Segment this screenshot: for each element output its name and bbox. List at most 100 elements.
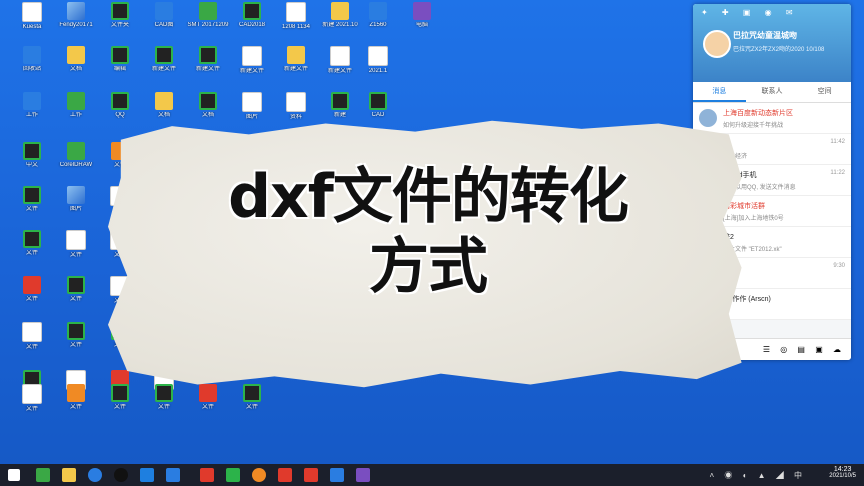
app-icon[interactable] (166, 468, 180, 482)
desktop-icon[interactable]: 文档 (186, 92, 230, 134)
file-icon (369, 2, 387, 20)
file-icon (67, 2, 85, 20)
desktop-icon-label: 文件 (69, 252, 82, 258)
desktop-icon[interactable]: CAD2018 (230, 2, 274, 44)
file-icon (331, 2, 349, 20)
desktop-icon-label: 图片 (69, 206, 82, 212)
desktop-icon-label: 文件 (25, 296, 38, 302)
file-icon (67, 322, 85, 340)
file-icon (23, 92, 41, 110)
desktop-icon[interactable]: 电脑 (400, 2, 444, 44)
desktop-icon[interactable]: 文件 (54, 322, 98, 364)
browser-icon[interactable] (88, 468, 102, 482)
desktop-icon[interactable]: 编辑 (98, 46, 142, 88)
desktop-icon[interactable]: SMT 20171209 (186, 2, 230, 44)
desktop-icon[interactable]: CAD图 (142, 2, 186, 44)
file-icon (155, 2, 173, 20)
wps-icon[interactable] (200, 468, 214, 482)
desktop-icon-label: 文件 (201, 404, 214, 410)
desktop-icon[interactable]: 2021.1 (356, 46, 400, 88)
file-icon (66, 230, 86, 250)
system-tray-icons[interactable]: ˄ ◉ ◐ ▲ ◢ 中 (709, 470, 806, 481)
file-icon (369, 92, 387, 110)
tab-space[interactable]: 空间 (798, 82, 851, 102)
file-icon (287, 46, 305, 64)
desktop-icon[interactable]: 文件 (10, 276, 54, 318)
desktop-icon[interactable]: 文件 (186, 384, 230, 426)
app-icon[interactable] (278, 468, 292, 482)
file-icon (155, 92, 173, 110)
desktop-icon[interactable]: Z1560 (356, 2, 400, 44)
desktop-icon[interactable]: 文件 (10, 322, 54, 364)
desktop-icon[interactable]: 文件 (230, 384, 274, 426)
desktop-icon[interactable]: 图片 (230, 92, 274, 134)
desktop-icon[interactable]: 图片 (54, 186, 98, 228)
desktop-icon[interactable]: 文件 (10, 186, 54, 228)
app-icon[interactable] (356, 468, 370, 482)
avatar[interactable] (703, 30, 731, 58)
qq-icon[interactable] (114, 468, 128, 482)
desktop-icon-label: 新建文件 (195, 66, 220, 72)
desktop-icon-label: 文件 (25, 344, 38, 350)
desktop-icon[interactable]: 文件 (10, 230, 54, 272)
desktop-icon[interactable]: 新建文件 (230, 46, 274, 88)
desktop-icon-label: 1208 1134 (282, 24, 310, 30)
desktop-icon[interactable]: 文档 (54, 46, 98, 88)
clock[interactable]: 14:23 2021/10/5 (829, 464, 856, 486)
file-icon (199, 384, 217, 402)
file-icon (23, 276, 41, 294)
app-icon[interactable] (252, 468, 266, 482)
file-icon (199, 46, 217, 64)
file-icon (155, 46, 173, 64)
desktop-icon[interactable]: QQ (98, 92, 142, 134)
tab-contacts[interactable]: 联系人 (746, 82, 799, 102)
file-icon (111, 46, 129, 64)
desktop-icon[interactable]: 1208 1134 (274, 2, 318, 44)
file-icon (111, 92, 129, 110)
app-icon[interactable] (304, 468, 318, 482)
desktop-icon[interactable]: 文件 (142, 384, 186, 426)
avatar (699, 109, 717, 127)
tab-messages[interactable]: 消息 (693, 82, 746, 102)
app-icon[interactable] (330, 468, 344, 482)
desktop-icon-label: 文件 (69, 404, 82, 410)
file-icon (199, 2, 217, 20)
desktop-icon[interactable]: 新建文件 (142, 46, 186, 88)
desktop-icon-label: 文件 (25, 206, 38, 212)
desktop-icon-label: 文件夹 (110, 22, 129, 28)
desktop-icon[interactable]: 新建文件 (186, 46, 230, 88)
list-item[interactable]: 上海百度新动态新片区 如何升级迎接千年挑战 (693, 103, 851, 134)
file-icon (67, 142, 85, 160)
desktop-icon-label: 新建文件 (239, 68, 264, 74)
desktop-icon-label: CAD (371, 112, 385, 118)
windows-start-icon[interactable] (8, 469, 20, 481)
folder-icon[interactable] (62, 468, 76, 482)
file-icon (22, 384, 42, 404)
headline-line-2: 方式 (369, 232, 488, 302)
desktop-icon-label: 图片 (245, 114, 258, 120)
app-icon[interactable] (140, 468, 154, 482)
desktop-icon[interactable]: 文件夹 (98, 2, 142, 44)
desktop-icon[interactable]: 工作 (54, 92, 98, 134)
desktop-icon[interactable]: CorelDRAW (54, 142, 98, 184)
desktop-icon[interactable]: 文件 (54, 230, 98, 272)
desktop-icon[interactable]: 文件 (10, 384, 54, 426)
qq-toolbar-icons[interactable]: ✦ ✚ ▣ ◉ ✉ (701, 8, 799, 17)
wechat-icon[interactable] (36, 468, 50, 482)
desktop-icon[interactable]: 中文 (10, 142, 54, 184)
desktop-icon[interactable]: 文件 (54, 384, 98, 426)
desktop-icon[interactable]: 文件 (98, 384, 142, 426)
desktop-icon-label: 文档 (201, 112, 214, 118)
desktop-icon[interactable]: Fendy20171 (54, 2, 98, 44)
desktop-icon-label: 文件 (69, 296, 82, 302)
desktop-icon[interactable]: 新建文件 (274, 46, 318, 88)
desktop-icon[interactable]: 回收站 (10, 46, 54, 88)
desktop-icon[interactable]: 文件 (54, 276, 98, 318)
file-icon (22, 322, 42, 342)
desktop-icon[interactable]: Kuesta (10, 2, 54, 44)
desktop-icon-label: 文档 (69, 66, 82, 72)
file-icon (67, 92, 85, 110)
desktop-icon-label: 电脑 (415, 22, 428, 28)
cad-icon[interactable] (226, 468, 240, 482)
desktop-icon[interactable]: 工作 (10, 92, 54, 134)
